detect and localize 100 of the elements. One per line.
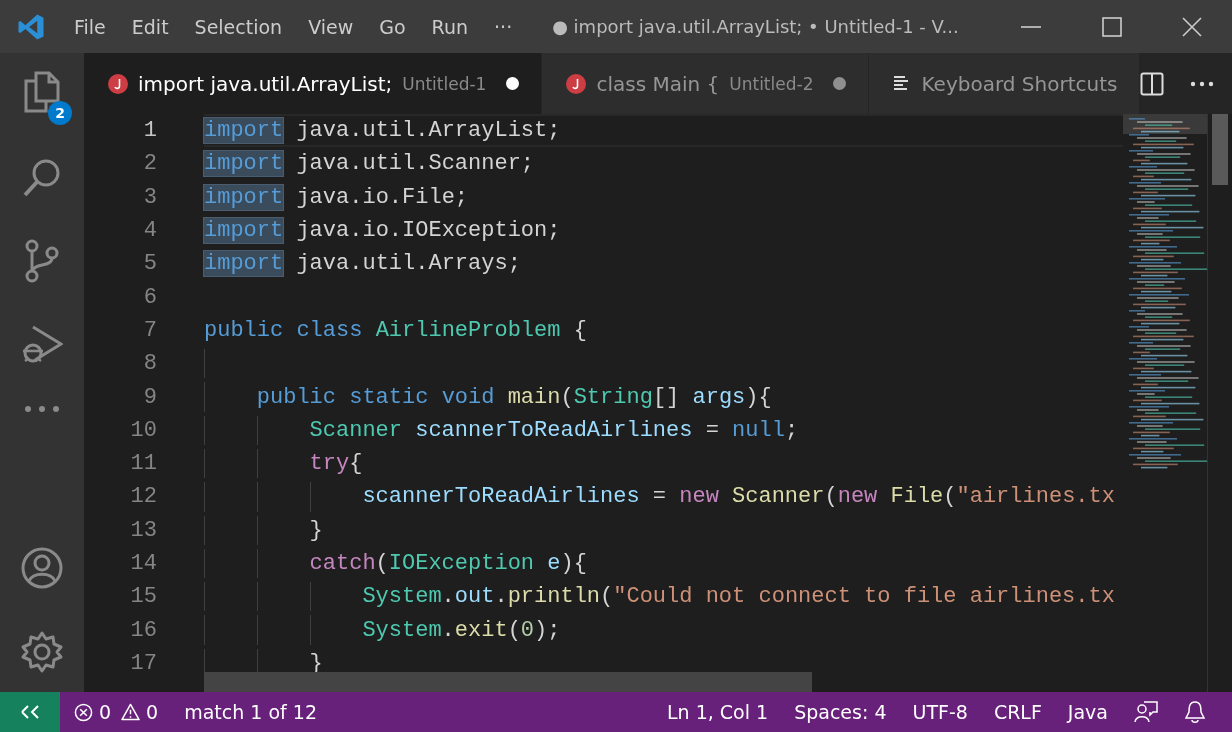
run-debug-icon[interactable] xyxy=(21,323,63,365)
code-token: System xyxy=(362,617,442,643)
editor-tab[interactable]: class Main { Untitled-2 xyxy=(542,53,870,114)
status-item[interactable]: Spaces: 4 xyxy=(794,701,887,723)
code-token: "Could not connect to file airlines.tx xyxy=(613,584,1115,610)
code-token: public class xyxy=(204,317,364,343)
code-token: main xyxy=(507,384,561,410)
line-number: 3 xyxy=(142,184,157,210)
warning-icon xyxy=(121,703,141,721)
code-token: import xyxy=(204,184,284,210)
more-icon[interactable] xyxy=(24,405,60,413)
window-title: ● import java.util.ArrayList; • Untitled-1 - V... xyxy=(552,16,959,37)
line-number: 13 xyxy=(129,517,157,543)
status-item[interactable]: CRLF xyxy=(993,701,1042,723)
code-token: "airlines.tx xyxy=(956,484,1115,510)
line-number: 12 xyxy=(129,484,157,510)
code-token: java.util.Arrays; xyxy=(295,251,521,277)
code-token: ; xyxy=(784,417,799,443)
menu-item[interactable]: ··· xyxy=(494,15,513,38)
code-token: import xyxy=(204,218,284,244)
tab-title: import java.util.ArrayList; xyxy=(138,71,393,96)
menu-item[interactable]: Go xyxy=(379,15,406,38)
find-match-count: match 1 of 12 xyxy=(184,701,317,723)
menu-item[interactable]: Run xyxy=(431,15,469,38)
code-token: public static void xyxy=(256,384,496,410)
feedback-icon[interactable] xyxy=(1134,700,1158,724)
menu-item[interactable]: File xyxy=(74,15,106,38)
code-token: ( xyxy=(560,384,574,410)
code-token: = xyxy=(704,417,720,443)
search-icon[interactable] xyxy=(22,157,62,199)
code-token: scannerToReadAirlines xyxy=(414,417,693,443)
code-token: null xyxy=(732,417,785,443)
tab-title: Keyboard Shortcuts xyxy=(921,71,1118,96)
code-token: 0 xyxy=(520,617,535,643)
tab-description: Untitled-2 xyxy=(729,73,814,94)
notification-bell-icon[interactable] xyxy=(1184,700,1206,724)
more-actions-icon[interactable] xyxy=(1190,80,1215,87)
code-token: java.util.ArrayList; xyxy=(295,118,561,144)
code-token: System xyxy=(362,584,442,610)
code-token: . xyxy=(441,584,455,610)
line-number: 4 xyxy=(142,218,157,244)
account-icon[interactable] xyxy=(20,546,64,590)
code-token: ){ xyxy=(560,551,587,576)
unsaved-dot-icon[interactable] xyxy=(506,77,520,90)
code-token: { xyxy=(572,317,587,343)
code-token: } xyxy=(309,517,323,543)
editor-tab[interactable]: import java.util.ArrayList; Untitled-1 xyxy=(84,53,543,114)
code-token: java.util.Scanner; xyxy=(295,151,535,177)
split-editor-icon[interactable] xyxy=(1140,71,1165,96)
code-token: ); xyxy=(534,617,561,643)
warning-count[interactable]: 0 xyxy=(146,701,159,723)
code-token: [] xyxy=(652,384,681,410)
code-token: e xyxy=(546,551,561,576)
code-token: . xyxy=(494,584,508,610)
source-control-icon[interactable] xyxy=(24,239,60,283)
line-number: 17 xyxy=(129,650,157,676)
code-token: import xyxy=(204,251,284,277)
code-token: exit xyxy=(454,617,508,643)
menu-item[interactable]: Selection xyxy=(194,15,283,38)
code-token: ( xyxy=(824,484,838,510)
remote-button[interactable] xyxy=(0,692,60,732)
code-token: ){ xyxy=(745,384,772,410)
code-token: = xyxy=(651,484,668,510)
editor-tab[interactable]: Keyboard Shortcuts xyxy=(869,53,1141,114)
code-token: import xyxy=(204,151,284,177)
error-icon xyxy=(74,702,93,722)
code-token: { xyxy=(349,451,363,477)
code-token: Scanner xyxy=(309,417,402,443)
line-number: 2 xyxy=(142,151,157,177)
code-token: File xyxy=(889,484,944,510)
code-token: out xyxy=(454,584,495,610)
maximize-icon[interactable] xyxy=(1102,16,1122,37)
code-token: IOException xyxy=(388,551,535,576)
status-item[interactable]: Ln 1, Col 1 xyxy=(667,701,769,723)
code-token: scannerToReadAirlines xyxy=(362,484,640,510)
line-number: 5 xyxy=(142,251,157,277)
line-number: 10 xyxy=(129,417,157,443)
status-item[interactable]: Java xyxy=(1067,701,1108,723)
code-token: AirlineProblem xyxy=(375,317,561,343)
code-token: import xyxy=(204,118,284,144)
menu-item[interactable]: View xyxy=(308,15,354,38)
line-number: 15 xyxy=(129,584,157,610)
close-icon[interactable] xyxy=(1182,16,1202,37)
tab-description: Untitled-1 xyxy=(402,73,487,94)
scrollbar-thumb[interactable] xyxy=(1212,114,1228,185)
code-token: java.io.File; xyxy=(295,184,469,210)
code-token: println xyxy=(507,584,601,610)
line-number: 6 xyxy=(142,284,157,310)
java-file-icon xyxy=(108,73,128,94)
status-item[interactable]: UTF-8 xyxy=(912,701,968,723)
code-token: Scanner xyxy=(731,484,825,510)
line-number: 1 xyxy=(142,118,157,144)
code-token: ( xyxy=(507,617,521,643)
unsaved-dot-icon[interactable] xyxy=(833,77,847,90)
settings-icon[interactable] xyxy=(20,630,64,674)
line-number: 16 xyxy=(129,617,157,643)
menu-item[interactable]: Edit xyxy=(131,15,169,38)
code-token: catch xyxy=(309,551,376,576)
line-number: 9 xyxy=(142,384,157,410)
error-count[interactable]: 0 xyxy=(99,701,112,723)
